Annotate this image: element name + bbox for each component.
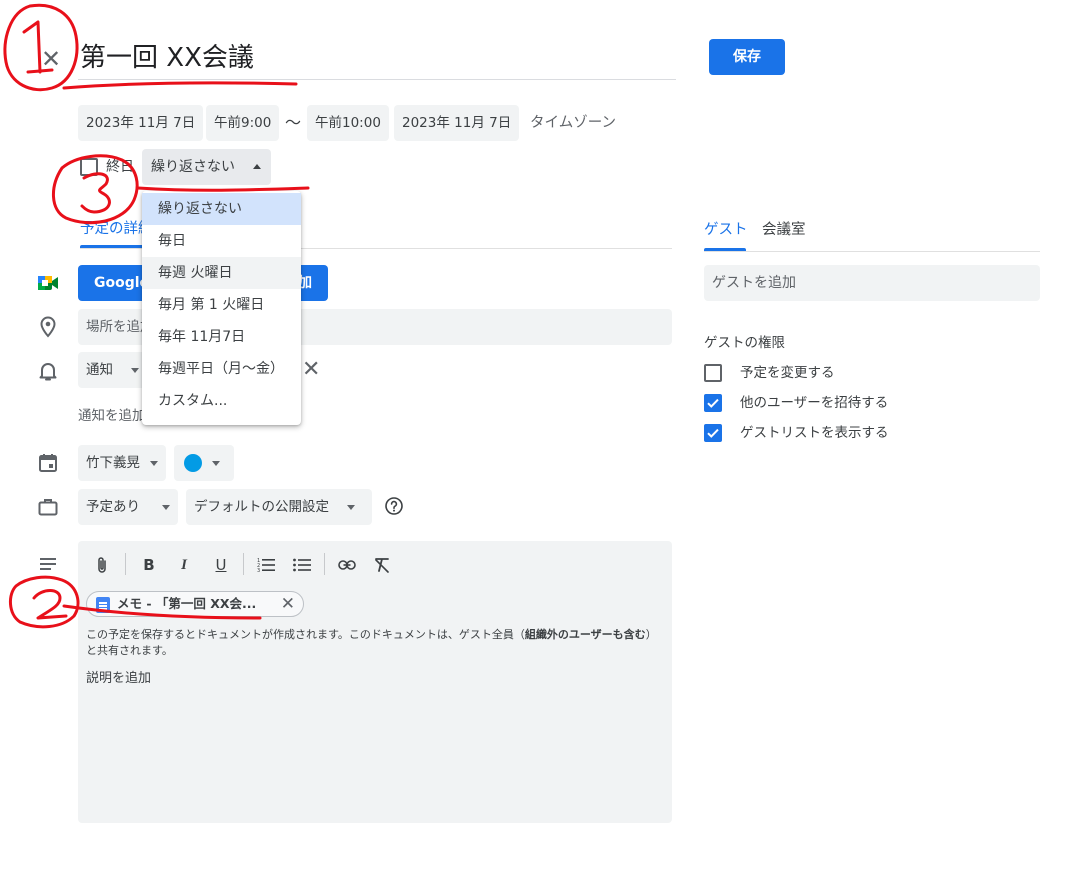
checkbox-unchecked[interactable] (704, 364, 722, 382)
notification-type-value: 通知 (86, 362, 113, 378)
event-color-select[interactable] (174, 445, 234, 481)
recurrence-select[interactable]: 繰り返さない (142, 149, 271, 185)
caret-down-icon (347, 504, 356, 510)
clear-formatting-icon[interactable] (370, 553, 394, 577)
svg-text:3: 3 (257, 568, 260, 573)
description-editor[interactable]: B I U 123 メモ - 「第一回 XX会... ✕ この予定を保存するとド… (78, 541, 672, 823)
caret-down-icon (212, 461, 220, 466)
save-button[interactable]: 保存 (709, 39, 785, 75)
annotation-underline-title (62, 81, 298, 90)
close-icon[interactable]: ✕ (38, 46, 64, 72)
allday-label: 終日 (106, 159, 134, 175)
underline-button[interactable]: U (209, 553, 233, 577)
availability-value: 予定あり (86, 499, 140, 515)
event-title-input[interactable]: 第一回 XX会議 (78, 36, 676, 80)
recurrence-option-yearly[interactable]: 毎年 11月7日 (142, 321, 301, 353)
timezone-link[interactable]: タイムゾーン (530, 105, 616, 141)
briefcase-icon (38, 499, 58, 516)
caret-down-icon (150, 460, 159, 466)
tab-rooms[interactable]: 会議室 (762, 220, 806, 240)
allday-checkbox[interactable] (80, 158, 98, 176)
visibility-value: デフォルトの公開設定 (194, 499, 329, 515)
checkbox-checked[interactable] (704, 394, 722, 412)
permission-label: 予定を変更する (740, 365, 835, 381)
recurrence-option-weekly[interactable]: 毎週 火曜日 (142, 257, 301, 289)
attach-icon[interactable] (90, 553, 114, 577)
help-icon[interactable] (384, 496, 404, 516)
share-notice: この予定を保存するとドキュメントが作成されます。このドキュメントは、ゲスト全員（… (86, 627, 666, 659)
color-swatch (184, 454, 202, 472)
recurrence-selected-value: 繰り返さない (151, 159, 235, 175)
start-date-field[interactable]: 2023年 11月 7日 (78, 105, 204, 141)
share-notice-text: この予定を保存するとドキュメントが作成されます。このドキュメントは、ゲスト全員（ (86, 628, 525, 641)
location-pin-icon (40, 316, 56, 338)
notification-type-select[interactable]: 通知 (78, 352, 148, 388)
numbered-list-icon[interactable]: 123 (254, 553, 278, 577)
calendar-owner-name: 竹下義晃 (86, 455, 140, 471)
recurrence-option-monthly[interactable]: 毎月 第 1 火曜日 (142, 289, 301, 321)
availability-select[interactable]: 予定あり (78, 489, 178, 525)
calendar-icon (39, 454, 57, 472)
attachment-label: メモ - 「第一回 XX会... (117, 596, 257, 611)
italic-button[interactable]: I (172, 553, 196, 577)
caret-up-icon (253, 164, 261, 169)
permission-label: 他のユーザーを招待する (740, 395, 889, 411)
remove-notification-icon[interactable]: ✕ (302, 358, 320, 382)
share-notice-emphasis: 組織外のユーザーも含む (524, 628, 646, 641)
checkbox-checked[interactable] (704, 424, 722, 442)
calendar-owner-select[interactable]: 竹下義晃 (78, 445, 166, 481)
annotation-underline-recurrence (136, 186, 310, 192)
annotation-numeral-3 (80, 172, 111, 214)
attachment-chip[interactable]: メモ - 「第一回 XX会... ✕ (86, 591, 304, 617)
add-notification-link[interactable]: 通知を追加 (78, 405, 146, 427)
guest-permissions-heading: ゲストの権限 (704, 335, 785, 351)
visibility-select[interactable]: デフォルトの公開設定 (186, 489, 372, 525)
start-time-field[interactable]: 午前9:00 (206, 105, 280, 141)
recurrence-option-custom[interactable]: カスタム... (142, 385, 301, 417)
remove-attachment-icon[interactable]: ✕ (281, 592, 295, 616)
bulleted-list-icon[interactable] (290, 553, 314, 577)
description-placeholder: 説明を追加 (86, 671, 152, 686)
toolbar-separator (324, 553, 325, 575)
add-guest-input[interactable]: ゲストを追加 (704, 265, 1040, 301)
recurrence-option-weekdays[interactable]: 毎週平日（月～金） (142, 353, 301, 385)
end-time-field[interactable]: 午前10:00 (307, 105, 389, 141)
bold-button[interactable]: B (137, 553, 161, 577)
recurrence-menu: 繰り返さない 毎日 毎週 火曜日 毎月 第 1 火曜日 毎年 11月7日 毎週平… (142, 191, 301, 425)
toolbar-separator (243, 553, 244, 575)
permission-label: ゲストリストを表示する (740, 425, 889, 441)
google-meet-icon (38, 276, 58, 290)
google-docs-icon (96, 597, 110, 613)
tabs-divider (704, 251, 1040, 252)
link-icon[interactable] (335, 553, 359, 577)
annotation-numeral-2 (32, 589, 68, 620)
toolbar-separator (125, 553, 126, 575)
meet-button-label: Google (94, 275, 150, 291)
tab-guests[interactable]: ゲスト (704, 220, 748, 240)
bell-icon (39, 363, 57, 381)
recurrence-option-none[interactable]: 繰り返さない (142, 193, 301, 225)
annotation-circle-2 (9, 575, 80, 629)
caret-down-icon (131, 367, 140, 373)
description-icon (40, 558, 56, 570)
caret-down-icon (162, 504, 171, 510)
time-range-separator: 〜 (285, 113, 302, 132)
end-date-field[interactable]: 2023年 11月 7日 (394, 105, 520, 141)
recurrence-option-daily[interactable]: 毎日 (142, 225, 301, 257)
